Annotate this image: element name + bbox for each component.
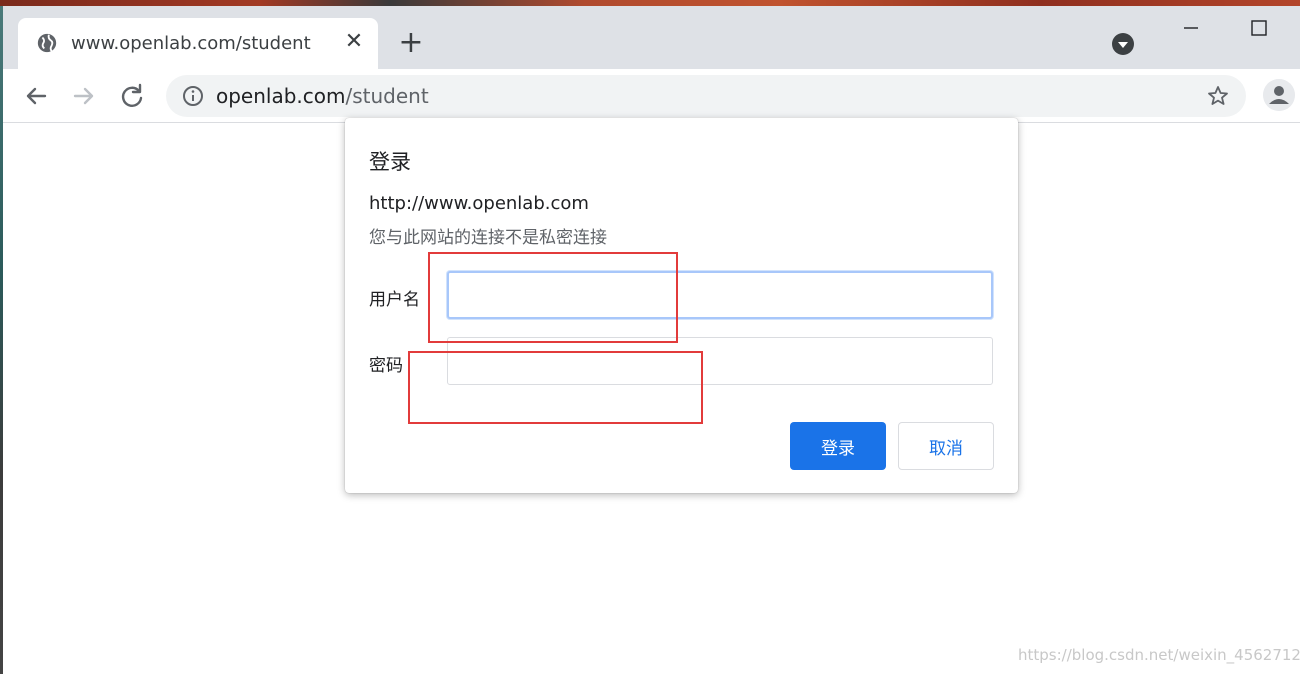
- login-button[interactable]: 登录: [790, 422, 886, 470]
- annotation-box-password: [408, 351, 703, 424]
- globe-icon: [37, 33, 57, 53]
- cancel-button[interactable]: 取消: [898, 422, 994, 470]
- site-info-icon[interactable]: [182, 85, 204, 107]
- username-label: 用户名: [369, 290, 420, 310]
- browser-toolbar: openlab.com/student: [3, 69, 1300, 123]
- tab-close-icon[interactable]: ✕: [340, 28, 368, 56]
- back-arrow-icon[interactable]: [21, 81, 51, 111]
- tab-search-icon[interactable]: [1111, 32, 1135, 56]
- url-text: openlab.com/student: [216, 84, 429, 108]
- forward-arrow-icon[interactable]: [69, 81, 99, 111]
- dialog-origin: http://www.openlab.com: [369, 193, 589, 214]
- watermark-text: https://blog.csdn.net/weixin_45627126: [1018, 646, 1300, 664]
- reload-icon[interactable]: [117, 81, 147, 111]
- annotation-box-username: [428, 252, 678, 343]
- dialog-warning: 您与此网站的连接不是私密连接: [369, 228, 607, 248]
- password-label: 密码: [369, 356, 403, 376]
- dialog-title: 登录: [369, 150, 411, 174]
- maximize-icon[interactable]: [1241, 14, 1277, 50]
- new-tab-button[interactable]: +: [393, 26, 429, 62]
- url-path: /student: [345, 84, 429, 108]
- tab-title: www.openlab.com/student: [71, 33, 311, 54]
- bookmark-star-icon[interactable]: [1206, 84, 1230, 108]
- url-host: openlab.com: [216, 84, 346, 108]
- address-bar[interactable]: openlab.com/student: [166, 75, 1246, 117]
- browser-titlebar: www.openlab.com/student ✕ +: [3, 6, 1300, 69]
- tab-active[interactable]: www.openlab.com/student ✕: [18, 18, 378, 69]
- minimize-icon[interactable]: [1173, 14, 1209, 50]
- profile-avatar-icon[interactable]: [1263, 79, 1295, 111]
